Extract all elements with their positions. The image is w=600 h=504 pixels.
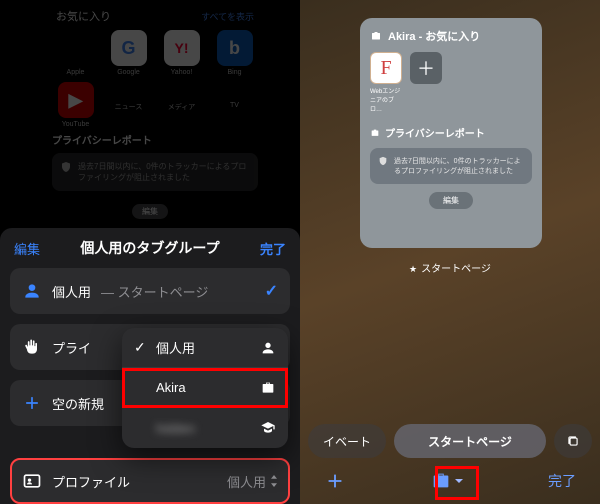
fav-tile-label: Webエンジニアのブロ… xyxy=(370,86,402,113)
person-icon xyxy=(260,340,276,356)
row-personal-start[interactable]: 個人用 — スタートページ ✓ xyxy=(10,268,290,314)
privacy-section-dim: プライバシーレポート 過去7日間以内に、0件のトラッカーによるプロファイリングが… xyxy=(52,132,258,191)
phone-left: お気に入り すべてを表示 Apple GGoogle Y!Yahoo! bBin… xyxy=(0,0,300,504)
toolbar-count-button[interactable] xyxy=(554,424,592,458)
preview-privacy-title: プライバシーレポート xyxy=(370,125,532,140)
tab-toolbar: イベート スタートページ xyxy=(308,424,592,458)
favorite-apple[interactable] xyxy=(58,30,94,66)
popover-personal[interactable]: ✓個人用 xyxy=(122,328,288,368)
tabs-icon xyxy=(566,434,580,448)
preview-edit-button[interactable]: 編集 xyxy=(429,192,473,209)
start-page-preview[interactable]: Akira - お気に入り F Webエンジニアのブロ… ＋ プライバシーレポー… xyxy=(360,18,542,248)
edit-chip-dim[interactable]: 編集 xyxy=(132,204,168,219)
fav-add-button[interactable]: ＋ xyxy=(410,52,442,84)
toolbar-private-button[interactable]: イベート xyxy=(308,424,386,458)
graduation-icon xyxy=(260,420,276,436)
updown-icon xyxy=(270,475,278,487)
bottom-done-button[interactable]: 完了 xyxy=(548,471,576,491)
row-profile[interactable]: プロファイル 個人用 xyxy=(10,458,290,504)
plus-icon[interactable] xyxy=(324,470,346,492)
toolbar-startpage-button[interactable]: スタートページ xyxy=(394,424,546,458)
privacy-card: 過去7日間以内に、0件のトラッカーによるプロファイリングが阻止されました xyxy=(52,153,258,191)
start-page-label: ★スタートページ xyxy=(300,260,600,275)
briefcase-icon xyxy=(260,380,276,396)
briefcase-icon xyxy=(370,30,382,42)
sheet-edit-button[interactable]: 編集 xyxy=(14,239,40,258)
shield-icon xyxy=(60,161,72,173)
favorite-youtube[interactable]: ▶ xyxy=(58,82,94,118)
popover-hidden[interactable]: hidden xyxy=(122,408,288,448)
favorite-bing[interactable]: b xyxy=(217,30,253,66)
fav-tile-f[interactable]: F xyxy=(370,52,402,84)
profile-card-icon xyxy=(22,471,42,491)
profile-popover: ✓個人用 Akira hidden xyxy=(122,328,288,448)
favorite-yahoo[interactable]: Y! xyxy=(164,30,200,66)
shield-icon xyxy=(378,156,388,166)
favorite-google[interactable]: G xyxy=(111,30,147,66)
popover-akira[interactable]: Akira xyxy=(122,368,288,408)
briefcase-icon xyxy=(370,128,380,138)
favorites-showall-link[interactable]: すべてを表示 xyxy=(201,10,254,23)
hand-icon xyxy=(22,337,42,357)
favorites-title: お気に入り xyxy=(56,8,111,24)
star-icon: ★ xyxy=(409,264,417,274)
plus-icon xyxy=(22,393,42,413)
privacy-title: プライバシーレポート xyxy=(52,132,258,147)
person-icon xyxy=(22,281,42,301)
sheet-done-button[interactable]: 完了 xyxy=(260,239,286,258)
highlight-profile-button xyxy=(435,466,479,500)
check-icon: ✓ xyxy=(265,281,278,301)
phone-right: Akira - お気に入り F Webエンジニアのブロ… ＋ プライバシーレポー… xyxy=(300,0,600,504)
sheet-title: 個人用のタブグループ xyxy=(80,238,219,258)
favorites-panel: お気に入り すべてを表示 Apple GGoogle Y!Yahoo! bBin… xyxy=(52,8,258,128)
preview-title: Akira - お気に入り xyxy=(370,28,532,44)
preview-privacy-card: 過去7日間以内に、0件のトラッカーによるプロファイリングが阻止されました xyxy=(370,148,532,184)
